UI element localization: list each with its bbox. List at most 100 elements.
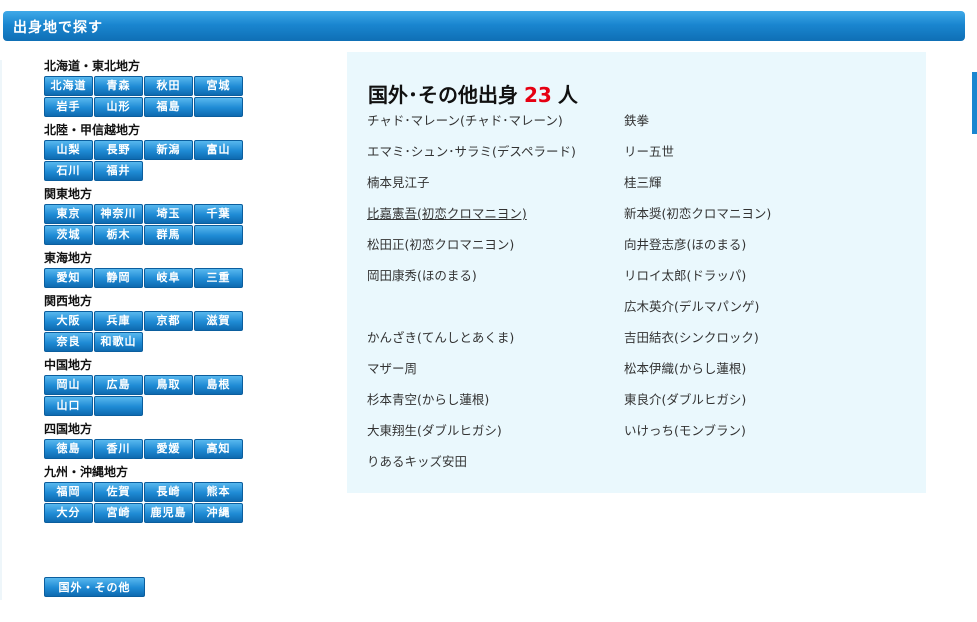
empty-prefecture-slot	[94, 396, 143, 416]
comedian-entry[interactable]: 楠本見江子	[367, 172, 617, 203]
prefecture-button[interactable]: 福島	[144, 97, 193, 117]
prefecture-button[interactable]: 北海道	[44, 76, 93, 96]
prefecture-button[interactable]: 兵庫	[94, 311, 143, 331]
prefecture-button[interactable]: 新潟	[144, 140, 193, 160]
prefecture-button[interactable]: 宮崎	[94, 503, 143, 523]
prefecture-button[interactable]: 島根	[194, 375, 243, 395]
prefecture-button[interactable]: 愛知	[44, 268, 93, 288]
prefecture-button[interactable]: 岐阜	[144, 268, 193, 288]
prefecture-button[interactable]: 山口	[44, 396, 93, 416]
prefecture-button[interactable]: 沖縄	[194, 503, 243, 523]
comedian-entry[interactable]: 松田正(初恋クロマニヨン)	[367, 234, 617, 265]
prefecture-grid: 愛知 静岡 岐阜 三重	[44, 268, 254, 288]
prefecture-button[interactable]: 埼玉	[144, 204, 193, 224]
prefecture-button[interactable]: 山梨	[44, 140, 93, 160]
prefecture-button[interactable]: 青森	[94, 76, 143, 96]
comedian-entry[interactable]: 大東翔生(ダブルヒガシ)	[367, 420, 617, 451]
prefecture-button[interactable]: 三重	[194, 268, 243, 288]
section-header: 出身地で探す	[3, 11, 965, 41]
result-title-prefix: 国外･その他出身	[368, 83, 518, 107]
comedian-entry[interactable]: 岡田康秀(ほのまる)	[367, 265, 617, 296]
prefecture-button[interactable]: 石川	[44, 161, 93, 181]
result-title-suffix: 人	[557, 83, 578, 107]
prefecture-button[interactable]: 大分	[44, 503, 93, 523]
comedian-entry[interactable]: 松本伊織(からし蓮根)	[624, 358, 874, 389]
region-title: 関西地方	[44, 294, 93, 308]
prefecture-button[interactable]: 秋田	[144, 76, 193, 96]
region-title: 九州・沖縄地方	[44, 465, 129, 479]
comedian-entry[interactable]: 新本奨(初恋クロマニヨン)	[624, 203, 874, 234]
region-title: 北陸・甲信越地方	[44, 123, 141, 137]
comedian-entry[interactable]: リー五世	[624, 141, 874, 172]
prefecture-button[interactable]: 香川	[94, 439, 143, 459]
region-title: 四国地方	[44, 422, 93, 436]
region-block: 北海道・東北地方北海道 青森 秋田 宮城岩手 山形 福島	[44, 59, 254, 117]
prefecture-button[interactable]: 長崎	[144, 482, 193, 502]
prefecture-button[interactable]: 鳥取	[144, 375, 193, 395]
prefecture-button[interactable]: 佐賀	[94, 482, 143, 502]
prefecture-button[interactable]: 東京	[44, 204, 93, 224]
prefecture-grid: 山梨 長野 新潟 富山石川 福井	[44, 140, 254, 181]
prefecture-button[interactable]: 神奈川	[94, 204, 143, 224]
comedian-entry[interactable]: 広木英介(デルマパンゲ)	[624, 296, 874, 327]
region-block: 九州・沖縄地方福岡 佐賀 長崎 熊本大分 宮崎 鹿児島 沖縄	[44, 465, 254, 523]
prefecture-button[interactable]: 岡山	[44, 375, 93, 395]
prefecture-button[interactable]: 岩手	[44, 97, 93, 117]
prefecture-button[interactable]: 高知	[194, 439, 243, 459]
prefecture-button[interactable]: 京都	[144, 311, 193, 331]
prefecture-grid: 福岡 佐賀 長崎 熊本大分 宮崎 鹿児島 沖縄	[44, 482, 254, 523]
edge-decoration	[972, 72, 977, 134]
comedian-entry[interactable]: 比嘉憲吾(初恋クロマニヨン)	[367, 203, 617, 234]
prefecture-button[interactable]: 静岡	[94, 268, 143, 288]
comedian-list-left: チャド･マレーン(チャド･マレーン) エマミ･シュン･サラミ(デスペラード) 楠本見…	[367, 110, 617, 482]
result-panel: 国外･その他出身 23 人 チャド･マレーン(チャド･マレーン) エマミ･シュン･サラ…	[347, 52, 926, 493]
prefecture-button[interactable]: 滋賀	[194, 311, 243, 331]
prefecture-button[interactable]: 鹿児島	[144, 503, 193, 523]
comedian-entry[interactable]: 向井登志彦(ほのまる)	[624, 234, 874, 265]
comedian-entry[interactable]: チャド･マレーン(チャド･マレーン)	[367, 110, 617, 141]
comedian-entry[interactable]: かんざき(てんしとあくま)	[367, 327, 617, 358]
prefecture-button[interactable]: 福岡	[44, 482, 93, 502]
prefecture-button[interactable]: 福井	[94, 161, 143, 181]
prefecture-button[interactable]: 広島	[94, 375, 143, 395]
region-title: 中国地方	[44, 358, 93, 372]
overseas-other-button[interactable]: 国外・その他	[44, 577, 145, 597]
left-rail	[0, 60, 2, 600]
region-title: 関東地方	[44, 187, 93, 201]
prefecture-grid: 大阪 兵庫 京都 滋賀奈良 和歌山	[44, 311, 254, 352]
prefecture-button[interactable]: 山形	[94, 97, 143, 117]
region-title: 東海地方	[44, 251, 93, 265]
region-block: 関東地方東京 神奈川 埼玉 千葉茨城 栃木 群馬	[44, 187, 254, 245]
prefecture-button[interactable]: 千葉	[194, 204, 243, 224]
prefecture-button[interactable]: 宮城	[194, 76, 243, 96]
comedian-entry[interactable]: エマミ･シュン･サラミ(デスペラード)	[367, 141, 617, 172]
prefecture-button[interactable]: 奈良	[44, 332, 93, 352]
prefecture-button[interactable]: 富山	[194, 140, 243, 160]
empty-prefecture-slot	[194, 225, 243, 245]
prefecture-grid: 岡山 広島 鳥取 島根山口	[44, 375, 254, 416]
comedian-entry[interactable]: いけっち(モンブラン)	[624, 420, 874, 451]
region-list: 北海道・東北地方北海道 青森 秋田 宮城岩手 山形 福島 北陸・甲信越地方山梨 長野 新潟 富山石…	[44, 59, 254, 529]
prefecture-button[interactable]: 愛媛	[144, 439, 193, 459]
prefecture-grid: 東京 神奈川 埼玉 千葉茨城 栃木 群馬	[44, 204, 254, 245]
prefecture-button[interactable]: 徳島	[44, 439, 93, 459]
prefecture-button[interactable]: 長野	[94, 140, 143, 160]
prefecture-button[interactable]: 群馬	[144, 225, 193, 245]
comedian-entry[interactable]: リロイ太郎(ドラッパ)	[624, 265, 874, 296]
prefecture-button[interactable]: 熊本	[194, 482, 243, 502]
region-title: 北海道・東北地方	[44, 59, 141, 73]
comedian-entry[interactable]: 桂三輝	[624, 172, 874, 203]
comedian-entry[interactable]: マザー周	[367, 358, 617, 389]
comedian-entry[interactable]: りあるキッズ安田	[367, 451, 617, 482]
prefecture-button[interactable]: 和歌山	[94, 332, 143, 352]
prefecture-button[interactable]: 大阪	[44, 311, 93, 331]
result-title: 国外･その他出身 23 人	[368, 79, 578, 108]
comedian-entry[interactable]: 杉本青空(からし蓮根)	[367, 389, 617, 420]
comedian-entry[interactable]: 東良介(ダブルヒガシ)	[624, 389, 874, 420]
comedian-entry[interactable]: 吉田結衣(シンクロック)	[624, 327, 874, 358]
result-count: 23	[524, 83, 552, 107]
prefecture-button[interactable]: 栃木	[94, 225, 143, 245]
prefecture-button[interactable]: 茨城	[44, 225, 93, 245]
region-block: 北陸・甲信越地方山梨 長野 新潟 富山石川 福井	[44, 123, 254, 181]
comedian-entry[interactable]: 鉄拳	[624, 110, 874, 141]
